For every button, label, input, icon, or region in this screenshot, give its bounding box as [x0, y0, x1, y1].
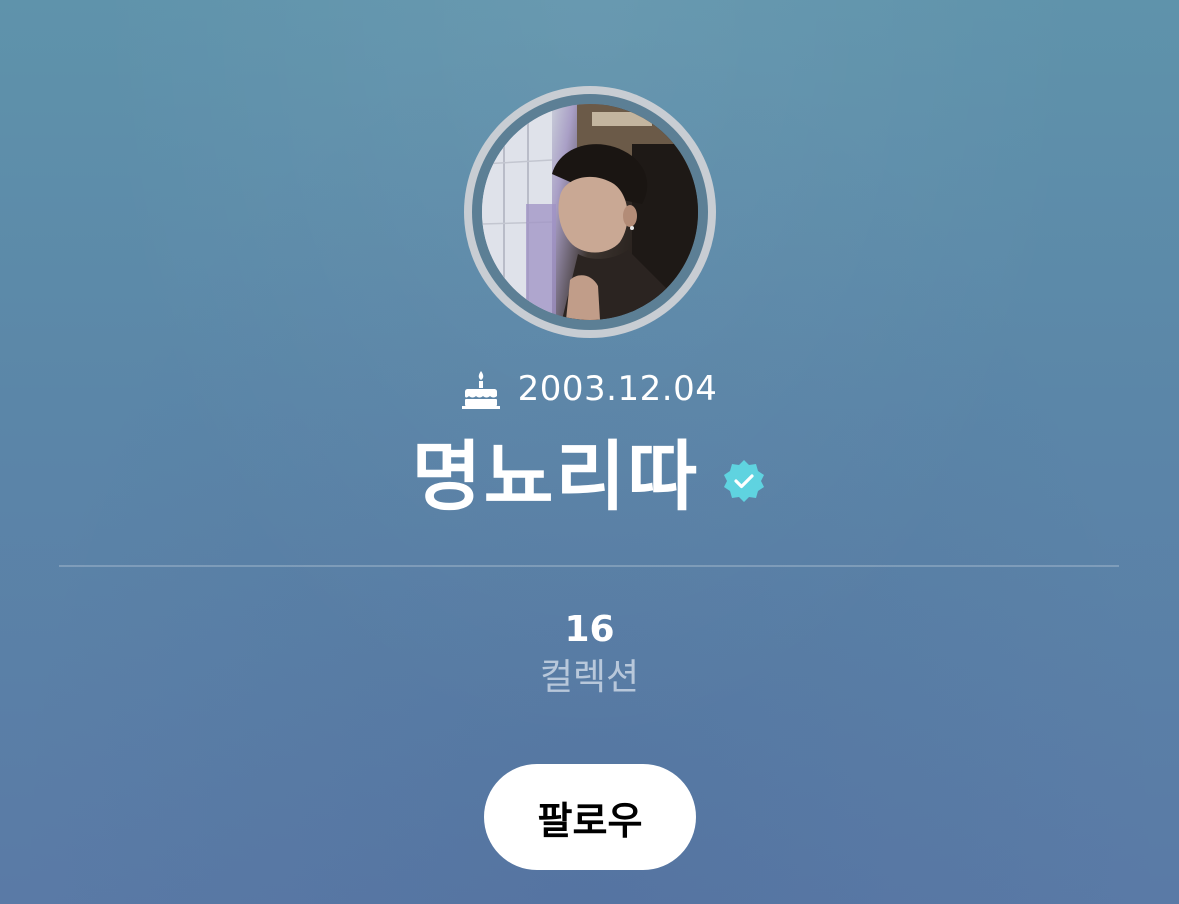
cake-icon: [461, 369, 500, 409]
verified-badge-icon: [721, 458, 767, 504]
avatar-border: [472, 94, 708, 330]
birthday-date: 2003.12.04: [517, 369, 718, 409]
avatar-image: [482, 104, 698, 320]
collection-label: 컬렉션: [539, 657, 640, 698]
avatar[interactable]: [464, 86, 716, 338]
birthday-row: 2003.12.04: [0, 366, 1179, 412]
profile-name: 명뇨리따: [411, 432, 700, 521]
profile-name-row: 명뇨리따: [0, 432, 1179, 522]
follow-button[interactable]: 팔로우: [484, 764, 696, 870]
divider: [59, 565, 1119, 567]
collection-count: 16: [564, 609, 615, 650]
collection-stat[interactable]: 16 컬렉션: [0, 608, 1179, 702]
